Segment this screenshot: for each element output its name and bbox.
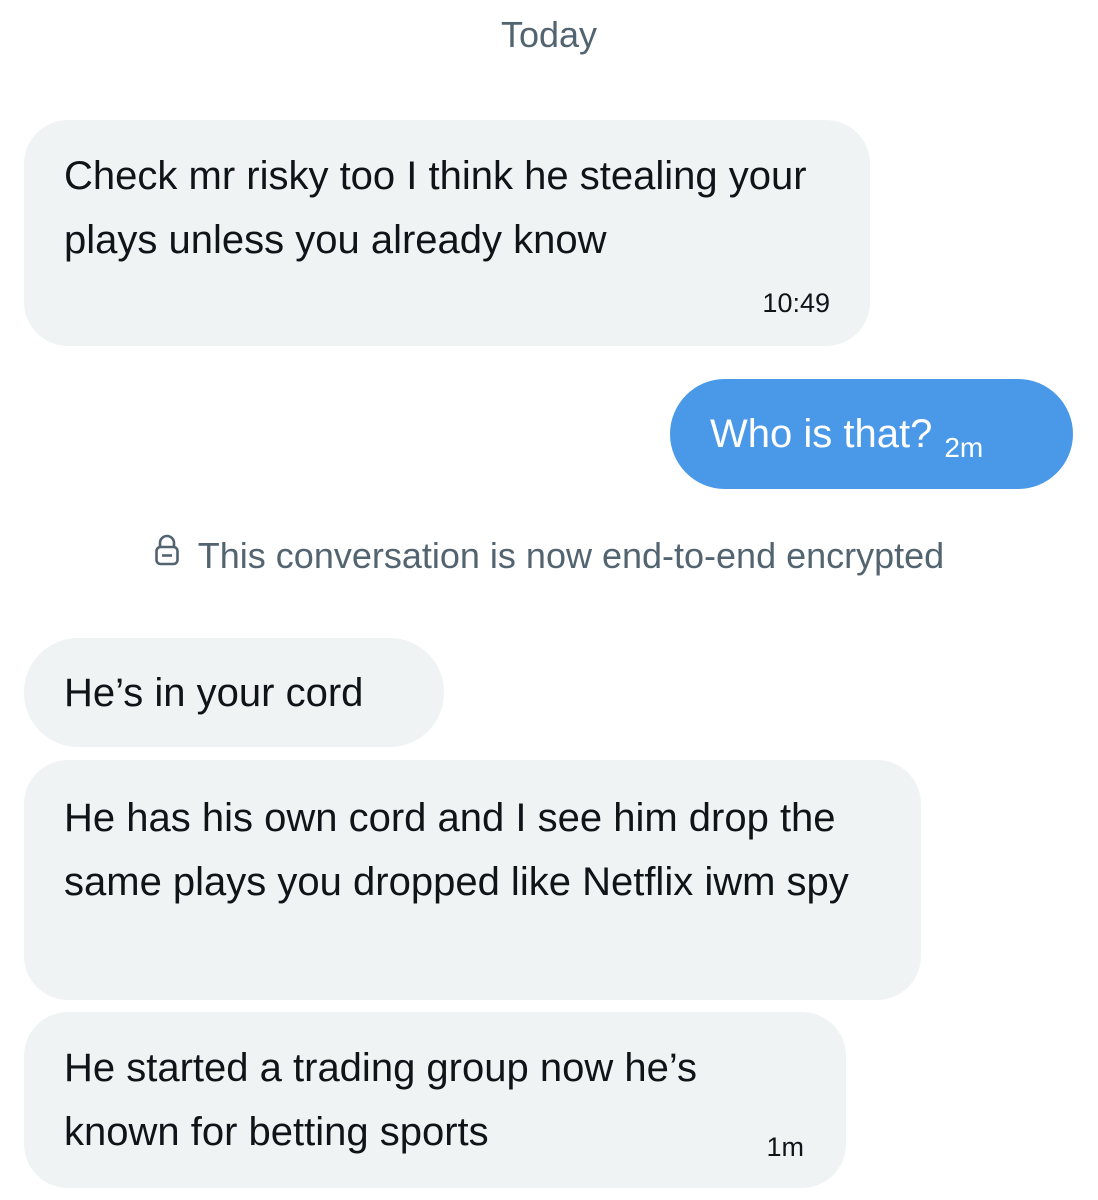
message-bubble-incoming[interactable]: He’s in your cord bbox=[24, 638, 444, 747]
message-text: He’s in your cord bbox=[64, 671, 364, 715]
message-text: Who is that? bbox=[710, 412, 933, 456]
message-text: Check mr risky too I think he stealing y… bbox=[64, 154, 807, 262]
message-bubble-outgoing[interactable]: Who is that? 2m bbox=[670, 379, 1073, 489]
message-timestamp: 10:49 bbox=[762, 288, 830, 318]
message-bubble-incoming[interactable]: He started a trading group now he’s know… bbox=[24, 1012, 846, 1188]
message-timestamp: 1m bbox=[766, 1132, 804, 1162]
message-bubble-incoming[interactable]: Check mr risky too I think he stealing y… bbox=[24, 120, 870, 346]
date-separator: Today bbox=[500, 14, 598, 55]
message-text: He started a trading group now he’s know… bbox=[64, 1046, 697, 1154]
message-bubble-incoming[interactable]: He has his own cord and I see him drop t… bbox=[24, 760, 921, 1000]
message-text: He has his own cord and I see him drop t… bbox=[64, 796, 849, 904]
encryption-notice-text: This conversation is now end-to-end encr… bbox=[197, 535, 945, 576]
lock-icon bbox=[154, 530, 180, 578]
encryption-notice: This conversation is now end-to-end encr… bbox=[0, 532, 1098, 582]
message-timestamp: 2m bbox=[944, 432, 984, 463]
